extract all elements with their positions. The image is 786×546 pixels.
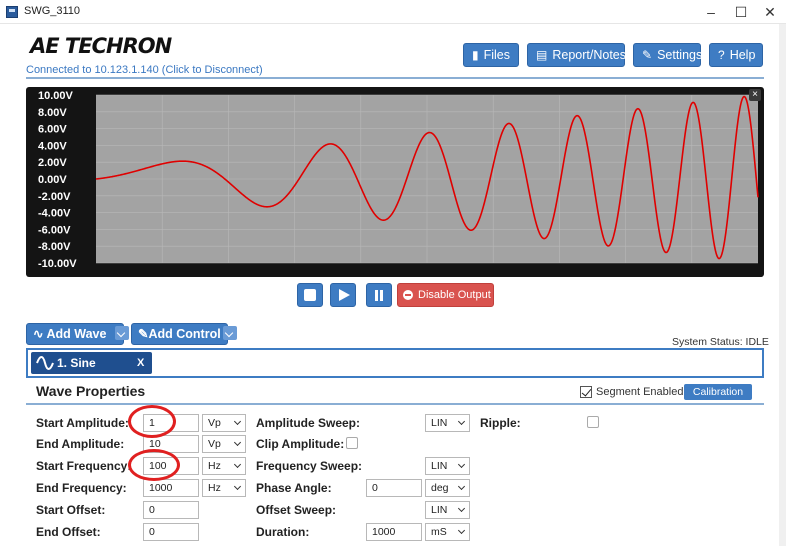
ae-techron-logo: AE TECHRON — [30, 34, 172, 58]
folder-icon: ▮ — [472, 48, 479, 62]
y-tick-label: 2.00V — [38, 157, 67, 169]
play-button[interactable] — [330, 283, 356, 307]
wave-properties-title: Wave Properties — [36, 383, 146, 399]
ripple-label: Ripple: — [480, 416, 521, 430]
duration-input[interactable]: 1000 — [366, 523, 422, 541]
phase-angle-unit-select[interactable]: deg — [425, 479, 470, 497]
stop-circle-icon — [403, 290, 413, 300]
duration-label: Duration: — [256, 525, 310, 539]
scope-close-button[interactable]: × — [749, 89, 761, 101]
phase-angle-label: Phase Angle: — [256, 481, 332, 495]
wrench-icon: ✎ — [138, 327, 149, 341]
y-tick-label: -10.00V — [38, 258, 77, 270]
y-tick-label: -4.00V — [38, 208, 71, 220]
help-button-label: Help — [729, 48, 756, 62]
offset-sweep-label: Offset Sweep: — [256, 503, 337, 517]
clip-amplitude-label: Clip Amplitude: — [256, 437, 345, 451]
report-notes-button-label: Report/Notes — [552, 48, 626, 62]
window-title: SWG_3110 — [24, 5, 81, 17]
add-control-button[interactable]: ✎Add Control — [131, 323, 237, 345]
start-amplitude-unit-select[interactable]: Vp — [202, 414, 246, 432]
y-tick-label: 8.00V — [38, 107, 67, 119]
connection-status-link[interactable]: Connected to 10.123.1.140 (Click to Disc… — [26, 64, 263, 76]
files-button[interactable]: ▮ Files — [463, 43, 519, 67]
ripple-checkbox[interactable] — [587, 416, 599, 428]
y-tick-label: 4.00V — [38, 140, 67, 152]
chevron-down-icon — [114, 326, 129, 340]
stop-button[interactable] — [297, 283, 323, 307]
sine-wave-icon — [36, 356, 54, 370]
phase-angle-input[interactable]: 0 — [366, 479, 422, 497]
end-frequency-input[interactable]: 1000 — [143, 479, 199, 497]
frequency-sweep-select[interactable]: LIN — [425, 457, 470, 475]
amplitude-sweep-label: Amplitude Sweep: — [256, 416, 361, 430]
offset-sweep-select[interactable]: LIN — [425, 501, 470, 519]
files-button-label: Files — [483, 48, 511, 62]
minimize-button[interactable]: – — [697, 2, 725, 22]
y-axis-ticks: 10.00V 8.00V 6.00V 4.00V 2.00V 0.00V -2.00V -4.… — [38, 90, 77, 270]
add-control-label: Add Control — [148, 327, 221, 341]
add-wave-label: Add Wave — [46, 327, 107, 341]
title-bar: SWG_3110 – ☐ ✕ — [0, 0, 786, 24]
wrench-icon: ✎ — [642, 48, 653, 62]
chevron-down-icon — [222, 326, 237, 340]
report-notes-button[interactable]: ▤ Report/Notes — [527, 43, 626, 67]
segment-enabled-label: Segment Enabled — [596, 386, 684, 398]
end-amplitude-label: End Amplitude: — [36, 437, 125, 451]
clipboard-icon: ▤ — [536, 48, 548, 62]
annotation-circle — [128, 449, 180, 481]
annotation-circle — [128, 405, 176, 438]
settings-button[interactable]: ✎ Settings — [633, 43, 703, 67]
scrollbar[interactable] — [779, 24, 786, 546]
end-amplitude-unit-select[interactable]: Vp — [202, 435, 246, 453]
start-frequency-unit-select[interactable]: Hz — [202, 457, 246, 475]
y-tick-label: -6.00V — [38, 224, 71, 236]
calibration-button[interactable]: Calibration — [684, 384, 752, 400]
start-offset-input[interactable]: 0 — [143, 501, 199, 519]
sine-wave-icon: ∿ — [33, 327, 44, 341]
wave-tab-sine[interactable]: 1. Sine X — [31, 352, 152, 374]
start-frequency-label: Start Frequency: — [36, 459, 132, 473]
settings-button-label: Settings — [657, 48, 703, 62]
y-tick-label: 0.00V — [38, 174, 67, 186]
disable-output-label: Disable Output — [418, 289, 491, 301]
segment-enabled-checkbox[interactable] — [580, 386, 592, 398]
start-offset-label: Start Offset: — [36, 503, 106, 517]
maximize-button[interactable]: ☐ — [727, 2, 755, 22]
end-offset-label: End Offset: — [36, 525, 101, 539]
end-offset-input[interactable]: 0 — [143, 523, 199, 541]
properties-divider — [26, 403, 764, 405]
start-amplitude-label: Start Amplitude: — [36, 416, 129, 430]
system-status: System Status: IDLE — [672, 336, 769, 348]
clip-amplitude-checkbox[interactable] — [346, 437, 358, 449]
y-tick-label: -2.00V — [38, 191, 71, 203]
close-window-button[interactable]: ✕ — [756, 2, 784, 22]
waveform-plot: 10.00V 8.00V 6.00V 4.00V 2.00V 0.00V -2.00V -4.… — [38, 90, 759, 270]
header-divider — [26, 77, 764, 79]
y-tick-label: 6.00V — [38, 124, 67, 136]
end-frequency-unit-select[interactable]: Hz — [202, 479, 246, 497]
y-tick-label: -8.00V — [38, 241, 71, 253]
frequency-sweep-label: Frequency Sweep: — [256, 459, 363, 473]
pause-button[interactable] — [366, 283, 392, 307]
app-icon — [6, 6, 18, 18]
amplitude-sweep-select[interactable]: LIN — [425, 414, 470, 432]
wave-tab-label: 1. Sine — [57, 356, 96, 370]
duration-unit-select[interactable]: mS — [425, 523, 470, 541]
wave-tab-close-button[interactable]: X — [137, 352, 144, 374]
add-wave-button[interactable]: ∿ Add Wave — [26, 323, 129, 345]
y-tick-label: 10.00V — [38, 90, 74, 102]
disable-output-button[interactable]: Disable Output — [397, 283, 494, 307]
question-icon: ? — [718, 48, 725, 62]
waveform-display: 10.00V 8.00V 6.00V 4.00V 2.00V 0.00V -2.00V -4.… — [26, 87, 764, 277]
help-button[interactable]: ? Help — [709, 43, 763, 67]
end-frequency-label: End Frequency: — [36, 481, 127, 495]
